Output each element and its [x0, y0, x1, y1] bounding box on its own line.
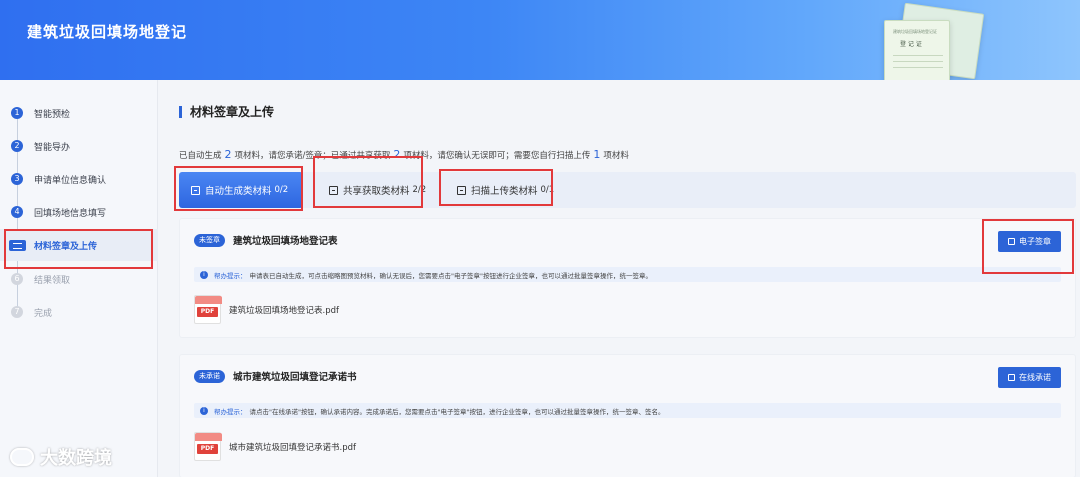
status-badge: 未承诺 — [194, 369, 225, 383]
status-badge: 未签章 — [194, 233, 225, 247]
tab-count: 2/2 — [412, 185, 427, 195]
page-title: 建筑垃圾回填场地登记 — [27, 23, 188, 41]
step-number: 7 — [11, 306, 23, 318]
step-applicant-confirm[interactable]: 3 申请单位信息确认 — [0, 163, 158, 195]
online-commitment-button[interactable]: 在线承诺 — [998, 367, 1061, 388]
stamp-icon — [1008, 238, 1015, 245]
help-tip: i 帮办提示： 申请表已自动生成，可点击缩略图预览材料，确认无误后，您需要点击"… — [194, 267, 1061, 282]
steps-sidebar: 1 智能预检 2 智能导办 3 申请单位信息确认 4 回填场地信息填写 材料签章… — [0, 80, 158, 477]
step-number: 1 — [11, 107, 23, 119]
step-smart-guide[interactable]: 2 智能导办 — [0, 130, 158, 162]
certificate-illustration: 建筑垃圾回填场地登记证 登 记 证 — [884, 20, 950, 80]
step-number: 3 — [11, 173, 23, 185]
pdf-file-icon: PDF — [194, 432, 222, 461]
step-site-info[interactable]: 4 回填场地信息填写 — [0, 196, 158, 228]
step-label: 回填场地信息填写 — [34, 208, 107, 219]
share-icon — [329, 185, 338, 195]
file-item[interactable]: PDF 建筑垃圾回填场地登记表.pdf — [194, 295, 339, 324]
tab-scan-upload[interactable]: 扫描上传类材料 0/1 — [445, 172, 555, 208]
tab-shared[interactable]: 共享获取类材料 2/2 — [317, 172, 427, 208]
shared-count: 2 — [393, 148, 401, 161]
scan-count: 1 — [593, 148, 601, 161]
page: 建筑垃圾回填场地登记 建筑垃圾回填场地登记证 登 记 证 1 智能预检 2 智能… — [0, 0, 1080, 477]
info-icon: i — [200, 270, 208, 279]
step-number: 6 — [11, 273, 23, 285]
card-header: 未签章 建筑垃圾回填场地登记表 — [194, 233, 338, 247]
commitment-icon — [1008, 374, 1015, 381]
watermark: 大数跨境 — [10, 444, 112, 470]
tab-count: 0/1 — [540, 185, 555, 195]
watermark-logo-icon — [10, 448, 34, 466]
tab-count: 0/2 — [274, 185, 289, 195]
step-label: 结果领取 — [34, 275, 71, 286]
material-card-commitment-letter: 未承诺 城市建筑垃圾回填登记承诺书 在线承诺 i 帮办提示： 请点击"在线承诺"… — [179, 354, 1076, 477]
certificate-label: 登 记 证 — [900, 41, 922, 48]
materials-summary: 已自动生成 2 项材料，请您承诺/签章；已通过共享获取 2 项材料，请您确认无误即可；需… — [179, 148, 629, 161]
header-banner: 建筑垃圾回填场地登记 建筑垃圾回填场地登记证 登 记 证 — [0, 0, 1080, 80]
help-tip: i 帮办提示： 请点击"在线承诺"按钮，确认承诺内容。完成承诺后，您需要点击"电… — [194, 403, 1061, 418]
card-header: 未承诺 城市建筑垃圾回填登记承诺书 — [194, 369, 357, 383]
file-item[interactable]: PDF 城市建筑垃圾回填登记承诺书.pdf — [194, 432, 356, 461]
step-label: 申请单位信息确认 — [34, 175, 107, 186]
step-label: 材料签章及上传 — [34, 241, 98, 252]
main-content: 材料签章及上传 已自动生成 2 项材料，请您承诺/签章；已通过共享获取 2 项材料，请您… — [170, 80, 1080, 477]
step-label: 完成 — [34, 308, 53, 319]
file-name: 建筑垃圾回填场地登记表.pdf — [229, 305, 339, 316]
info-icon: i — [200, 406, 208, 415]
step-label: 智能导办 — [34, 142, 71, 153]
step-result-pickup[interactable]: 6 结果领取 — [0, 263, 158, 295]
document-icon — [191, 185, 200, 195]
auto-count: 2 — [224, 148, 232, 161]
step-number: 2 — [11, 140, 23, 152]
step-smart-precheck[interactable]: 1 智能预检 — [0, 97, 158, 129]
step-complete[interactable]: 7 完成 — [0, 296, 158, 328]
step-label: 智能预检 — [34, 109, 71, 120]
material-card-registration-form: 未签章 建筑垃圾回填场地登记表 电子签章 i 帮办提示： 申请表已自动生成，可点… — [179, 218, 1076, 338]
e-signature-button[interactable]: 电子签章 — [998, 231, 1061, 252]
step-materials-upload[interactable]: 材料签章及上传 — [0, 229, 158, 261]
material-name: 建筑垃圾回填场地登记表 — [233, 236, 338, 247]
section-title: 材料签章及上传 — [179, 106, 274, 118]
scan-icon — [457, 185, 466, 195]
certificate-top-text: 建筑垃圾回填场地登记证 — [893, 29, 937, 34]
material-name: 城市建筑垃圾回填登记承诺书 — [233, 372, 357, 383]
file-name: 城市建筑垃圾回填登记承诺书.pdf — [229, 442, 356, 453]
id-card-icon — [9, 239, 26, 251]
pdf-file-icon: PDF — [194, 295, 222, 324]
material-type-tabs: 自动生成类材料 0/2 共享获取类材料 2/2 扫描上传类材料 0/1 — [179, 172, 1076, 208]
step-number: 4 — [11, 206, 23, 218]
tab-auto-generated[interactable]: 自动生成类材料 0/2 — [179, 172, 303, 208]
